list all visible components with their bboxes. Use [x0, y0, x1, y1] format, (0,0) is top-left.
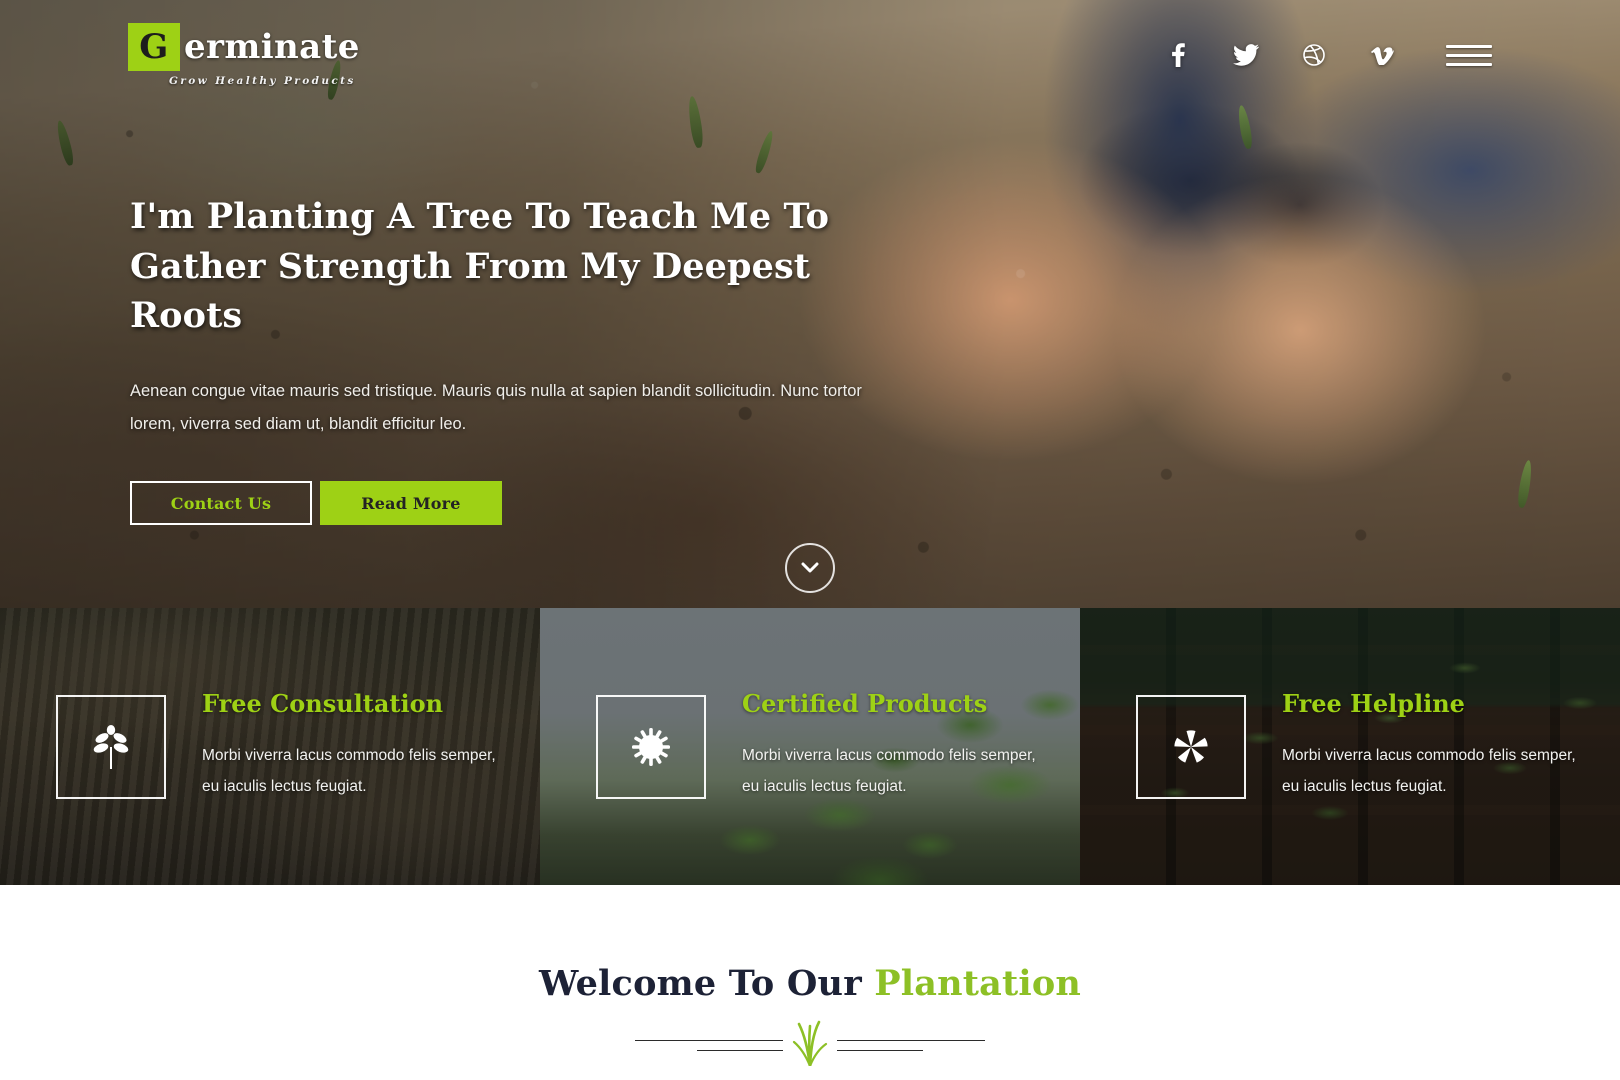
feature-title: Free Helpline — [1282, 689, 1465, 719]
facebook-icon[interactable] — [1144, 35, 1212, 75]
scroll-down-button[interactable] — [785, 543, 835, 593]
section-divider — [635, 1020, 985, 1066]
read-more-button[interactable]: Read More — [320, 481, 502, 526]
social-links — [1144, 35, 1416, 75]
feature-title: Certified Products — [742, 689, 988, 719]
hero-subtitle: Aenean congue vitae mauris sed tristique… — [130, 382, 862, 434]
feature-card-certified-products[interactable]: Certified Products Morbi viverra lacus c… — [540, 608, 1080, 885]
hamburger-menu-icon[interactable] — [1446, 38, 1492, 72]
grass-icon — [783, 1014, 837, 1066]
welcome-heading-plain: Welcome To Our — [538, 963, 875, 1004]
hero-content: I'm Planting A Tree To Teach Me To Gathe… — [130, 192, 910, 526]
hero-section: G erminate Grow Healthy Products I'm Pla… — [0, 0, 1620, 608]
hamburger-bar — [1446, 44, 1492, 48]
header-actions — [1144, 35, 1492, 75]
site-logo[interactable]: G erminate Grow Healthy Products — [128, 23, 360, 87]
site-header: G erminate Grow Healthy Products — [0, 0, 1620, 110]
vimeo-icon[interactable] — [1348, 35, 1416, 75]
dribbble-icon[interactable] — [1280, 35, 1348, 75]
feature-description: Morbi viverra lacus commodo felis semper… — [202, 746, 496, 795]
feature-card-free-consultation[interactable]: Free Consultation Morbi viverra lacus co… — [0, 608, 540, 885]
welcome-heading: Welcome To Our Plantation — [539, 963, 1081, 1004]
contact-us-button[interactable]: Contact Us — [130, 481, 312, 526]
logo-badge-letter: G — [128, 23, 180, 71]
leaf-icon — [56, 695, 166, 800]
logo-name-rest: erminate — [184, 27, 360, 67]
hamburger-bar — [1446, 62, 1492, 66]
logo-tagline: Grow Healthy Products — [168, 75, 356, 87]
logo-wordmark: G erminate — [128, 23, 360, 71]
feature-description: Morbi viverra lacus commodo felis semper… — [742, 746, 1036, 795]
feature-title: Free Consultation — [202, 689, 444, 719]
welcome-heading-accent: Plantation — [874, 963, 1082, 1004]
hero-button-group: Contact Us Read More — [130, 481, 910, 526]
chevron-down-icon — [801, 562, 819, 573]
welcome-section: Welcome To Our Plantation — [0, 885, 1620, 1080]
feature-card-free-helpline[interactable]: Free Helpline Morbi viverra lacus commod… — [1080, 608, 1620, 885]
hamburger-bar — [1446, 53, 1492, 57]
features-section: Free Consultation Morbi viverra lacus co… — [0, 608, 1620, 885]
sun-burst-icon — [596, 695, 706, 800]
twitter-icon[interactable] — [1212, 35, 1280, 75]
feature-description: Morbi viverra lacus commodo felis semper… — [1282, 746, 1576, 795]
hero-title: I'm Planting A Tree To Teach Me To Gathe… — [130, 196, 830, 337]
flower-icon — [1136, 695, 1246, 800]
